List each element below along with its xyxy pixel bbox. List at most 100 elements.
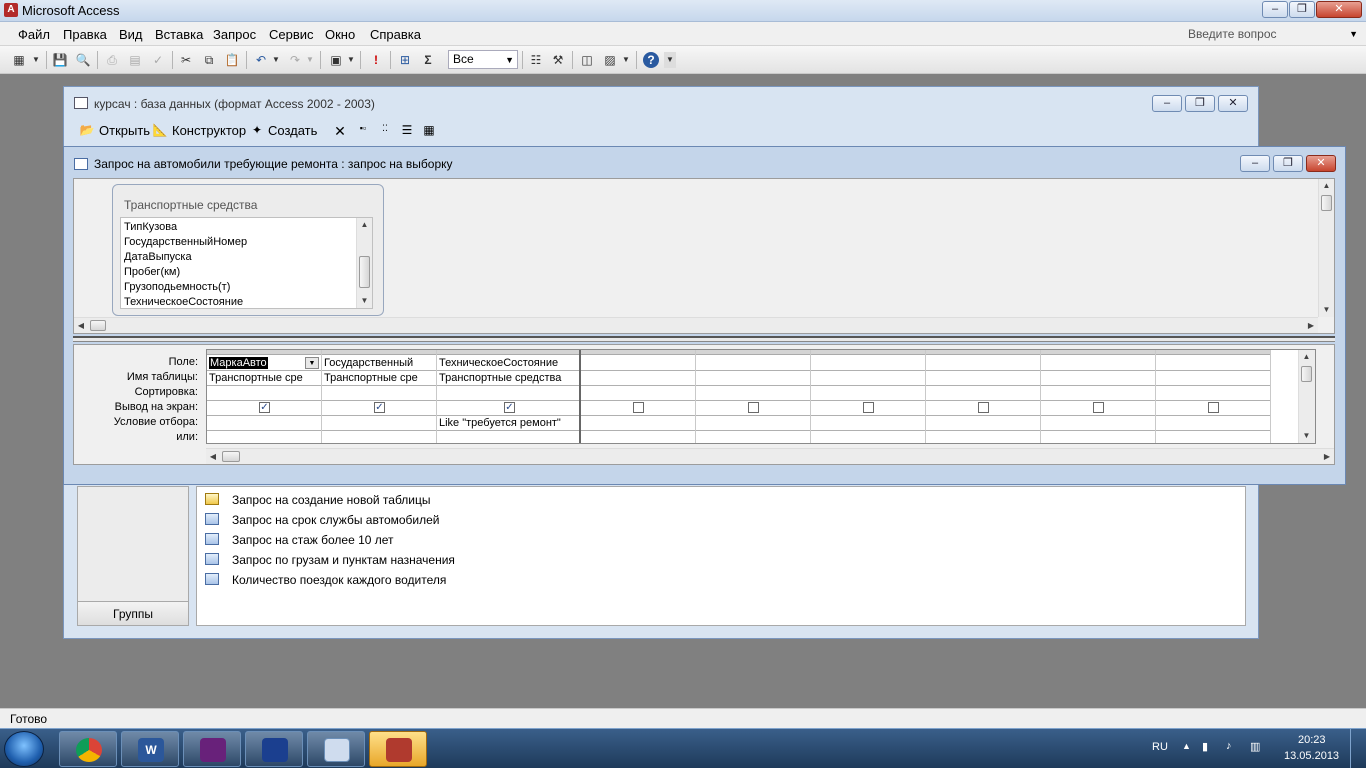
query-restore-button[interactable]: ❐ bbox=[1273, 155, 1303, 172]
scroll-up-icon[interactable]: ▲ bbox=[1319, 179, 1334, 193]
taskbar-save-app[interactable] bbox=[245, 731, 303, 767]
or-cell[interactable] bbox=[437, 431, 579, 443]
groups-button[interactable]: Группы bbox=[78, 601, 188, 625]
criteria-cell[interactable] bbox=[322, 416, 436, 431]
sort-cell[interactable] bbox=[696, 386, 810, 401]
taskbar-explorer[interactable] bbox=[307, 731, 365, 767]
grid-column[interactable]: ТехническоеСостояние Транспортные средст… bbox=[437, 350, 581, 443]
or-cell[interactable] bbox=[581, 431, 695, 443]
undo-icon[interactable]: ↶ bbox=[253, 52, 269, 68]
sort-cell[interactable] bbox=[811, 386, 925, 401]
scroll-thumb[interactable] bbox=[222, 451, 240, 462]
field-cell[interactable] bbox=[1041, 356, 1155, 371]
column-selector[interactable] bbox=[437, 350, 579, 355]
show-desktop-button[interactable] bbox=[1350, 729, 1366, 768]
save-icon[interactable]: 💾 bbox=[52, 52, 68, 68]
grid-column[interactable] bbox=[926, 350, 1041, 443]
chevron-down-icon[interactable]: ▼ bbox=[31, 52, 41, 68]
table-cell[interactable]: Транспортные сре bbox=[322, 371, 436, 386]
show-checkbox[interactable] bbox=[633, 402, 644, 413]
network-icon[interactable]: ▥ bbox=[1250, 740, 1260, 753]
field-cell[interactable] bbox=[581, 356, 695, 371]
chevron-down-icon[interactable]: ▼ bbox=[1349, 25, 1358, 43]
sort-cell[interactable] bbox=[1156, 386, 1270, 401]
chevron-down-icon[interactable]: ▼ bbox=[505, 52, 514, 69]
grid-column[interactable] bbox=[581, 350, 696, 443]
scroll-thumb[interactable] bbox=[90, 320, 106, 331]
ask-question-box[interactable]: Введите вопрос ▼ bbox=[1182, 25, 1362, 43]
close-button[interactable]: ✕ bbox=[1316, 1, 1362, 18]
toolbar-options-icon[interactable]: ▼ bbox=[664, 52, 676, 68]
show-table-icon[interactable]: ⊞ bbox=[397, 52, 413, 68]
paste-icon[interactable]: 📋 bbox=[224, 52, 240, 68]
build-icon[interactable]: ⚒ bbox=[550, 52, 566, 68]
menu-insert[interactable]: Вставка bbox=[155, 27, 203, 42]
field-cell[interactable]: МаркаАвто ▼ bbox=[207, 356, 321, 371]
show-checkbox[interactable]: ✓ bbox=[504, 402, 515, 413]
column-selector[interactable] bbox=[1156, 350, 1270, 355]
grid-column[interactable]: Государственный Транспортные сре ✓ bbox=[322, 350, 437, 443]
grid-column[interactable] bbox=[811, 350, 926, 443]
grid-column[interactable] bbox=[1041, 350, 1156, 443]
small-icons-icon[interactable]: ⁚⁚ bbox=[377, 123, 393, 139]
query-type-icon[interactable]: ▣ bbox=[328, 52, 344, 68]
or-cell[interactable] bbox=[811, 431, 925, 443]
restore-button[interactable]: ❐ bbox=[1289, 1, 1315, 18]
or-cell[interactable] bbox=[926, 431, 1040, 443]
design-button[interactable]: Конструктор bbox=[172, 123, 246, 138]
field-cell[interactable] bbox=[926, 356, 1040, 371]
scroll-left-icon[interactable]: ◀ bbox=[74, 318, 88, 333]
table-cell[interactable]: Транспортные сре bbox=[207, 371, 321, 386]
start-button[interactable] bbox=[4, 731, 44, 767]
chevron-down-icon[interactable]: ▼ bbox=[305, 357, 319, 369]
run-icon[interactable]: ! bbox=[368, 52, 384, 68]
or-cell[interactable] bbox=[1041, 431, 1155, 443]
scroll-up-icon[interactable]: ▲ bbox=[1299, 350, 1314, 364]
field-item[interactable]: Грузоподьемность(т) bbox=[124, 281, 230, 293]
grid-column[interactable]: МаркаАвто ▼ Транспортные сре ✓ bbox=[207, 350, 322, 443]
properties-icon[interactable]: ☷ bbox=[528, 52, 544, 68]
grid-column[interactable] bbox=[1156, 350, 1271, 443]
show-checkbox[interactable]: ✓ bbox=[374, 402, 385, 413]
chevron-down-icon[interactable]: ▼ bbox=[621, 52, 631, 68]
taskbar-access[interactable] bbox=[369, 731, 427, 767]
sort-cell[interactable] bbox=[322, 386, 436, 401]
criteria-cell[interactable] bbox=[811, 416, 925, 431]
criteria-cell[interactable] bbox=[926, 416, 1040, 431]
sort-cell[interactable] bbox=[437, 386, 579, 401]
scroll-down-icon[interactable]: ▼ bbox=[357, 294, 372, 308]
pane-splitter[interactable] bbox=[73, 336, 1335, 342]
field-list-scrollbar[interactable]: ▲ ▼ bbox=[356, 218, 372, 308]
copy-icon[interactable]: ⧉ bbox=[201, 52, 217, 68]
list-icon[interactable]: ☰ bbox=[399, 123, 415, 139]
table-pane-vscroll[interactable]: ▲ ▼ bbox=[1318, 179, 1334, 317]
menu-help[interactable]: Справка bbox=[370, 27, 421, 42]
field-cell[interactable] bbox=[811, 356, 925, 371]
show-checkbox[interactable] bbox=[1208, 402, 1219, 413]
column-selector[interactable] bbox=[696, 350, 810, 355]
query-minimize-button[interactable]: – bbox=[1240, 155, 1270, 172]
db-restore-button[interactable]: ❐ bbox=[1185, 95, 1215, 112]
column-selector[interactable] bbox=[207, 350, 321, 355]
menu-query[interactable]: Запрос bbox=[213, 27, 256, 42]
clock-time[interactable]: 20:23 bbox=[1298, 734, 1326, 746]
menu-tools[interactable]: Сервис bbox=[269, 27, 314, 42]
clock-date[interactable]: 13.05.2013 bbox=[1284, 750, 1339, 762]
grid-column[interactable] bbox=[696, 350, 811, 443]
criteria-cell[interactable] bbox=[1156, 416, 1270, 431]
scroll-left-icon[interactable]: ◀ bbox=[206, 449, 220, 464]
delete-icon[interactable]: ✕ bbox=[332, 123, 348, 139]
menu-file[interactable]: Файл bbox=[18, 27, 50, 42]
field-cell[interactable]: Государственный bbox=[322, 356, 436, 371]
show-checkbox[interactable] bbox=[863, 402, 874, 413]
scroll-up-icon[interactable]: ▲ bbox=[357, 218, 372, 232]
or-cell[interactable] bbox=[696, 431, 810, 443]
field-item[interactable]: ГосударственныйНомер bbox=[124, 236, 247, 248]
taskbar-word[interactable]: W bbox=[121, 731, 179, 767]
scroll-down-icon[interactable]: ▼ bbox=[1299, 429, 1314, 443]
scroll-thumb[interactable] bbox=[1321, 195, 1332, 211]
field-cell[interactable] bbox=[696, 356, 810, 371]
show-checkbox[interactable]: ✓ bbox=[259, 402, 270, 413]
top-values-combo[interactable]: Все ▼ bbox=[448, 50, 518, 69]
help-icon[interactable]: ? bbox=[643, 52, 659, 68]
